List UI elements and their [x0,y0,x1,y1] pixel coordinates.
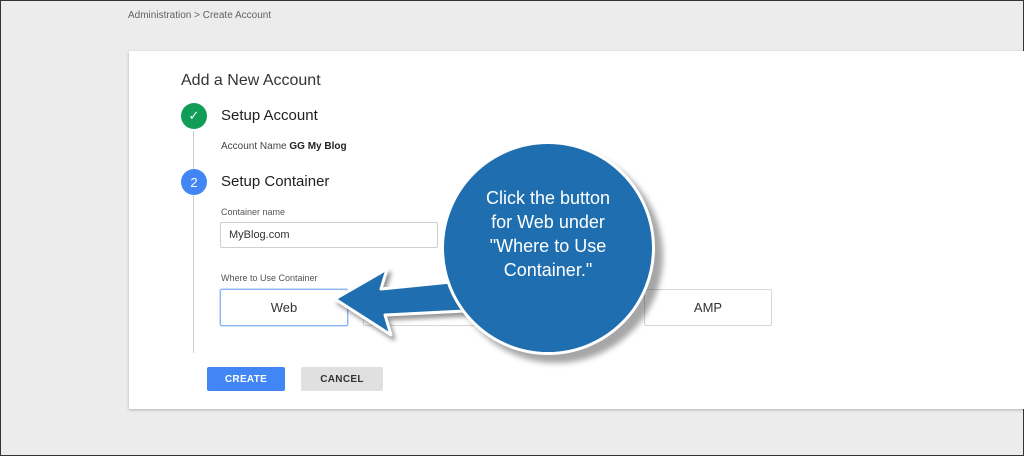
checkmark-icon: ✓ [181,103,207,129]
web-option-button[interactable]: Web [220,289,348,326]
container-name-label: Container name [221,207,286,217]
callout-text: Click the button for Web under "Where to… [485,188,611,280]
step-title-setup-container: Setup Container [221,173,330,190]
amp-option-button[interactable]: AMP [644,289,772,326]
breadcrumb: Administration > Create Account [128,10,272,21]
instruction-callout: Click the button for Web under "Where to… [441,141,655,355]
create-button[interactable]: CREATE [207,367,285,391]
page-title: Add a New Account [181,72,321,89]
cancel-button[interactable]: CANCEL [301,367,383,391]
step-number-badge: 2 [181,169,207,195]
account-name-label: Account Name [221,141,287,152]
account-name-summary: Account Name GG My Blog [221,141,347,152]
step-title-setup-account: Setup Account [221,107,318,124]
where-to-use-label: Where to Use Container [221,273,318,283]
stepper-line [193,131,194,353]
account-name-value: GG My Blog [289,141,347,152]
container-name-input[interactable]: MyBlog.com [220,222,438,248]
